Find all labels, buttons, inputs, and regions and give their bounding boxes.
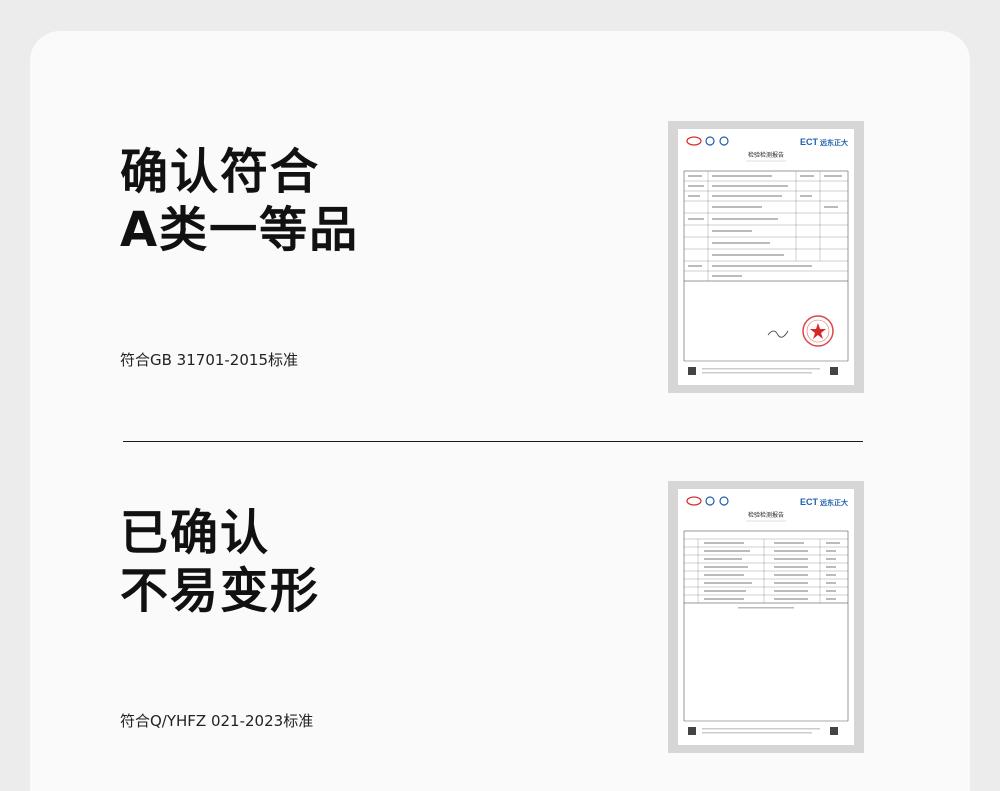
- content-card: 确认符合 A类一等品 符合GB 31701-2015标准 ECT 远东正大 检验…: [30, 31, 970, 791]
- report-page-graphic: ECT 远东正大 检验检测报告: [678, 489, 854, 745]
- headline-1-line-2: A类一等品: [120, 202, 360, 258]
- headline-1: 确认符合 A类一等品: [120, 143, 359, 259]
- headline-1-line-1: 确认符合: [120, 144, 321, 200]
- test-report-image-2: ECT 远东正大 检验检测报告: [668, 481, 864, 753]
- report-brand: ECT: [800, 497, 819, 507]
- report-brand-cn: 远东正大: [820, 498, 848, 507]
- section-divider: [123, 441, 863, 442]
- report-brand-cn: 远东正大: [820, 138, 848, 147]
- report-title: 检验检测报告: [748, 151, 784, 159]
- report-brand: ECT: [800, 137, 819, 147]
- headline-2-line-2: 不易变形: [120, 563, 321, 619]
- report-title: 检验检测报告: [748, 511, 784, 519]
- headline-2: 已确认 不易变形: [120, 504, 320, 620]
- headline-2-line-1: 已确认: [120, 505, 271, 561]
- report-page-graphic: ECT 远东正大 检验检测报告: [678, 129, 854, 385]
- test-report-image-1: ECT 远东正大 检验检测报告: [668, 121, 864, 393]
- standard-text-1: 符合GB 31701-2015标准: [120, 351, 298, 369]
- standard-text-2: 符合Q/YHFZ 021-2023标准: [120, 712, 314, 730]
